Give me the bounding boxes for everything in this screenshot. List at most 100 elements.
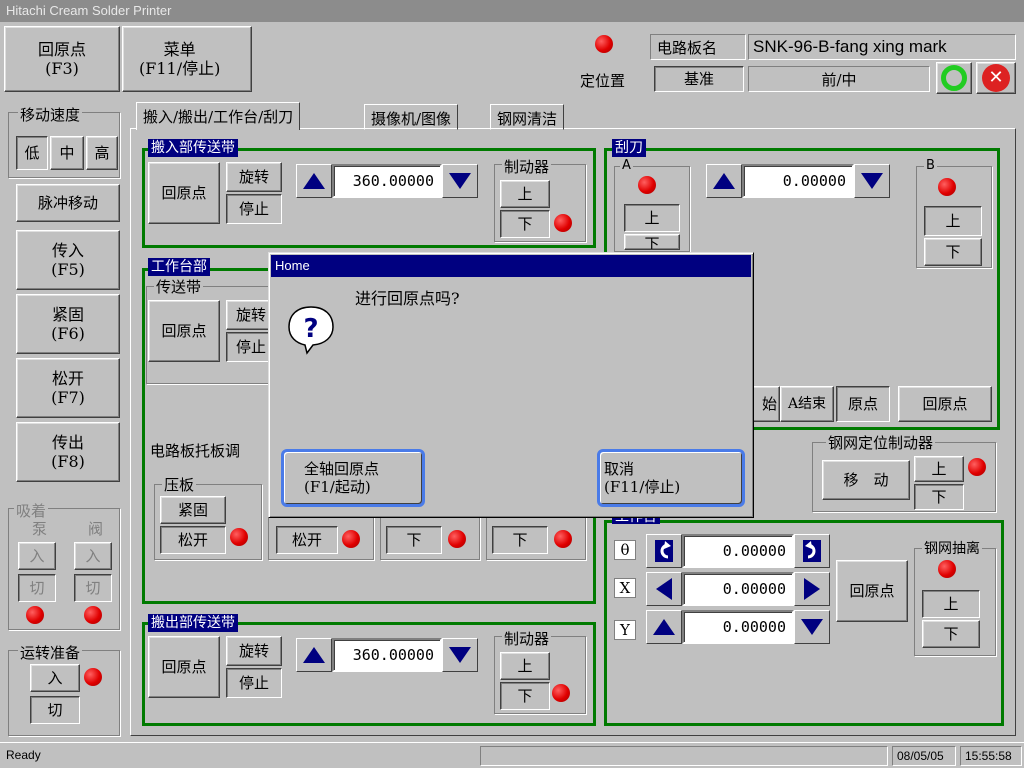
- down-arrow-icon: [801, 619, 823, 635]
- stencil-brake-up-button[interactable]: 上: [914, 456, 964, 482]
- pump-on-button[interactable]: 入: [18, 542, 56, 570]
- load-width-field[interactable]: 360.00000: [332, 164, 442, 198]
- speed-high-button[interactable]: 高: [86, 136, 118, 170]
- cancel-button[interactable]: 取消 (F11/停止): [597, 449, 745, 507]
- unload-f8-button[interactable]: 传出 (F8): [16, 422, 120, 482]
- tray-release-button[interactable]: 松开: [276, 526, 338, 554]
- valve-off-button[interactable]: 切: [74, 574, 112, 602]
- tray-release-led: [342, 530, 360, 548]
- load-brake-led: [554, 214, 572, 232]
- y-field[interactable]: 0.00000: [682, 610, 794, 644]
- stencil-drawer-down-button[interactable]: 下: [922, 620, 980, 648]
- press-release-button[interactable]: 松开: [160, 526, 226, 554]
- stencil-drawer-up-button[interactable]: 上: [922, 590, 980, 618]
- position-label: 定位置: [578, 70, 628, 91]
- load-home-button[interactable]: 回原点: [148, 162, 220, 224]
- unload-brake-up-button[interactable]: 上: [500, 652, 550, 680]
- speed-title: 移动速度: [18, 104, 83, 125]
- squeegee-b-down-button[interactable]: 下: [924, 238, 982, 266]
- clamp-f6-button[interactable]: 紧固 (F6): [16, 294, 120, 354]
- x-field[interactable]: 0.00000: [682, 572, 794, 606]
- squeegee-a-label: A: [620, 158, 633, 173]
- work-table-home-button[interactable]: 回原点: [836, 560, 908, 622]
- up-arrow-icon: [303, 173, 325, 189]
- down-arrow-icon: [861, 173, 883, 189]
- stencil-brake-title: 钢网定位制动器: [826, 432, 936, 453]
- squeegee-a-led: [638, 176, 656, 194]
- up-arrow-icon: [653, 619, 675, 635]
- unload-rotate-button[interactable]: 旋转: [226, 636, 282, 666]
- load-down-arrow-button[interactable]: [442, 164, 478, 198]
- load-brake-up-button[interactable]: 上: [500, 180, 550, 208]
- pump-off-button[interactable]: 切: [18, 574, 56, 602]
- stencil-drawer-led: [938, 560, 956, 578]
- load-brake-down-button[interactable]: 下: [500, 210, 550, 238]
- theta-cw-button[interactable]: [794, 534, 830, 568]
- x-right-button[interactable]: [794, 572, 830, 606]
- load-rotate-button[interactable]: 旋转: [226, 162, 282, 192]
- table-conveyor-home-button[interactable]: 回原点: [148, 300, 220, 362]
- squeegee-a-down-button[interactable]: 下: [624, 234, 680, 250]
- valve-on-button[interactable]: 入: [74, 542, 112, 570]
- stencil-brake-down-button[interactable]: 下: [914, 484, 964, 510]
- theta-label: θ: [614, 540, 636, 560]
- y-down-button[interactable]: [794, 610, 830, 644]
- squeegee-position-field[interactable]: 0.00000: [742, 164, 854, 198]
- tab-camera-image[interactable]: 摄像机/图像: [364, 104, 459, 130]
- ready-on-button[interactable]: 入: [30, 664, 80, 692]
- load-stop-button[interactable]: 停止: [226, 194, 282, 224]
- load-f5-button[interactable]: 传入 (F5): [16, 230, 120, 290]
- tray-down1-button[interactable]: 下: [386, 526, 442, 554]
- front-mid-value: 前/中: [748, 66, 930, 92]
- unload-width-field[interactable]: 360.00000: [332, 638, 442, 672]
- y-up-button[interactable]: [646, 610, 682, 644]
- unload-up-arrow-button[interactable]: [296, 638, 332, 672]
- ready-off-button[interactable]: 切: [30, 696, 80, 724]
- exit-button[interactable]: ✕: [976, 62, 1016, 94]
- rotate-ccw-icon: [655, 540, 673, 562]
- table-section-title: 工作台部: [148, 258, 210, 276]
- theta-ccw-button[interactable]: [646, 534, 682, 568]
- valve-led: [84, 606, 102, 624]
- unload-down-arrow-button[interactable]: [442, 638, 478, 672]
- x-left-button[interactable]: [646, 572, 682, 606]
- tab-load-unload-table-squeegee[interactable]: 搬入/搬出/工作台/刮刀: [136, 102, 301, 130]
- load-up-arrow-button[interactable]: [296, 164, 332, 198]
- unload-home-button[interactable]: 回原点: [148, 636, 220, 698]
- status-pane: [480, 746, 888, 766]
- menu-f11-button[interactable]: 菜单 (F11/停止): [122, 26, 252, 92]
- squeegee-origin-button[interactable]: 原点: [836, 386, 890, 422]
- squeegee-up-arrow-button[interactable]: [706, 164, 742, 198]
- stencil-move-button[interactable]: 移 动: [822, 460, 910, 500]
- tray-down2-button[interactable]: 下: [492, 526, 548, 554]
- svg-text:?: ?: [303, 314, 318, 344]
- status-date: 08/05/05: [892, 746, 956, 766]
- theta-field[interactable]: 0.00000: [682, 534, 794, 568]
- down-arrow-icon: [449, 173, 471, 189]
- speed-low-button[interactable]: 低: [16, 136, 48, 170]
- unload-brake-led: [552, 684, 570, 702]
- squeegee-a-end-button[interactable]: A结束: [780, 386, 834, 422]
- rotate-cw-icon: [803, 540, 821, 562]
- status-time: 15:55:58: [960, 746, 1022, 766]
- squeegee-start-button[interactable]: 始: [752, 386, 780, 422]
- squeegee-title: 刮刀: [612, 139, 646, 157]
- close-icon: ✕: [982, 64, 1010, 92]
- squeegee-a-up-button[interactable]: 上: [624, 204, 680, 232]
- all-axis-home-button[interactable]: 全轴回原点 (F1/起动): [281, 449, 425, 507]
- squeegee-home-button[interactable]: 回原点: [898, 386, 992, 422]
- unload-brake-down-button[interactable]: 下: [500, 682, 550, 710]
- home-f3-button[interactable]: 回原点 (F3): [4, 26, 120, 92]
- release-f7-button[interactable]: 松开 (F7): [16, 358, 120, 418]
- valve-label: 阀: [86, 518, 106, 539]
- unload-stop-button[interactable]: 停止: [226, 668, 282, 698]
- reference-button[interactable]: 基准: [654, 66, 744, 92]
- ok-button[interactable]: [936, 62, 972, 94]
- tab-stencil-clean[interactable]: 钢网清洁: [490, 104, 565, 130]
- speed-mid-button[interactable]: 中: [50, 136, 84, 170]
- squeegee-b-up-button[interactable]: 上: [924, 206, 982, 236]
- pump-led: [26, 606, 44, 624]
- press-clamp-button[interactable]: 紧固: [160, 496, 226, 524]
- squeegee-down-arrow-button[interactable]: [854, 164, 890, 198]
- pulse-move-button[interactable]: 脉冲移动: [16, 184, 120, 222]
